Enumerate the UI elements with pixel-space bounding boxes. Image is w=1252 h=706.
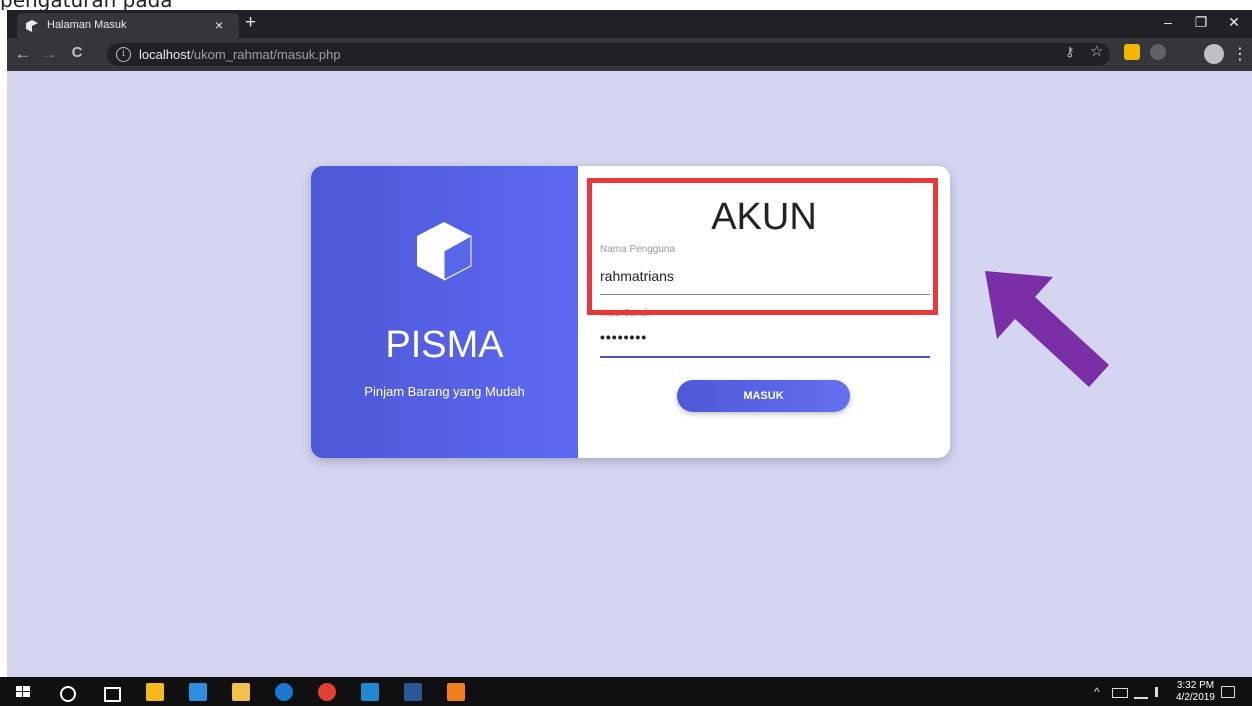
clock-date: 4/2/2019 [1176, 692, 1215, 703]
back-button[interactable]: ← [13, 44, 33, 64]
chrome-icon[interactable] [318, 683, 336, 701]
url-path: /ukom_rahmat/masuk.php [190, 47, 341, 62]
tab-halaman-masuk[interactable]: Halaman Masuk × [17, 13, 239, 38]
top-caption: pengaturan pada [0, 0, 1252, 10]
info-icon[interactable]: i [116, 47, 131, 62]
cube-logo-icon [417, 222, 472, 281]
brand-tagline: Pinjam Barang yang Mudah [364, 384, 525, 399]
new-tab-button[interactable]: + [245, 12, 256, 34]
file-explorer-icon[interactable] [232, 683, 250, 701]
brand-panel: PISMA Pinjam Barang yang Mudah [311, 166, 578, 458]
tray-chevron-icon[interactable]: ^ [1094, 685, 1100, 699]
url-text: localhost/ukom_rahmat/masuk.php [139, 47, 341, 62]
address-bar[interactable]: i localhost/ukom_rahmat/masuk.php [107, 43, 1110, 66]
extension-gear-icon[interactable] [1150, 44, 1166, 60]
vscode-icon[interactable] [361, 683, 379, 701]
browser-window: Halaman Masuk × + – ❐ ✕ ← → C i localhos… [7, 10, 1252, 677]
login-button[interactable]: MASUK [677, 380, 850, 412]
tab-title: Halaman Masuk [47, 19, 127, 31]
extension-v-icon[interactable] [1124, 44, 1140, 60]
notification-icon[interactable] [1221, 686, 1235, 698]
caption-text: pengaturan pada [0, 0, 173, 10]
tab-bar: Halaman Masuk × + – ❐ ✕ [7, 10, 1252, 38]
maximize-button[interactable]: ❐ [1187, 14, 1215, 31]
word-icon[interactable] [404, 683, 422, 701]
brand-name: PISMA [385, 324, 504, 366]
highlight-box [587, 178, 938, 315]
browser-menu-icon[interactable]: ⋮ [1232, 44, 1248, 64]
password-input[interactable]: •••••••• [600, 329, 647, 345]
search-icon[interactable] [60, 686, 76, 702]
system-clock[interactable]: 3:32 PM 4/2/2019 [1176, 680, 1215, 704]
reload-button[interactable]: C [67, 44, 87, 61]
windows-start-icon[interactable] [14, 683, 32, 701]
tab-close-icon[interactable]: × [215, 17, 223, 33]
key-icon[interactable]: ⚷ [1065, 44, 1075, 60]
edge-icon[interactable] [275, 683, 293, 701]
bookmark-star-icon[interactable]: ☆ [1090, 42, 1103, 60]
pointer-arrow-icon [985, 271, 1109, 387]
app-blue-icon[interactable] [189, 683, 207, 701]
sublime-icon[interactable] [447, 683, 465, 701]
cube-favicon-icon [26, 20, 38, 32]
volume-icon[interactable] [1155, 687, 1168, 697]
battery-icon[interactable] [1112, 688, 1128, 698]
task-view-icon[interactable] [104, 687, 121, 702]
close-window-button[interactable]: ✕ [1220, 14, 1248, 31]
clock-time: 3:32 PM [1176, 680, 1215, 691]
profile-avatar-icon[interactable] [1204, 44, 1224, 64]
url-host: localhost [139, 47, 191, 62]
browser-toolbar: ← → C i localhost/ukom_rahmat/masuk.php … [7, 38, 1252, 71]
forward-button[interactable]: → [39, 44, 59, 64]
taskbar: ^ 3:32 PM 4/2/2019 [0, 677, 1252, 706]
store-icon[interactable] [146, 683, 164, 701]
password-underline [600, 356, 930, 358]
minimize-button[interactable]: – [1154, 14, 1182, 30]
network-icon[interactable] [1134, 687, 1148, 699]
